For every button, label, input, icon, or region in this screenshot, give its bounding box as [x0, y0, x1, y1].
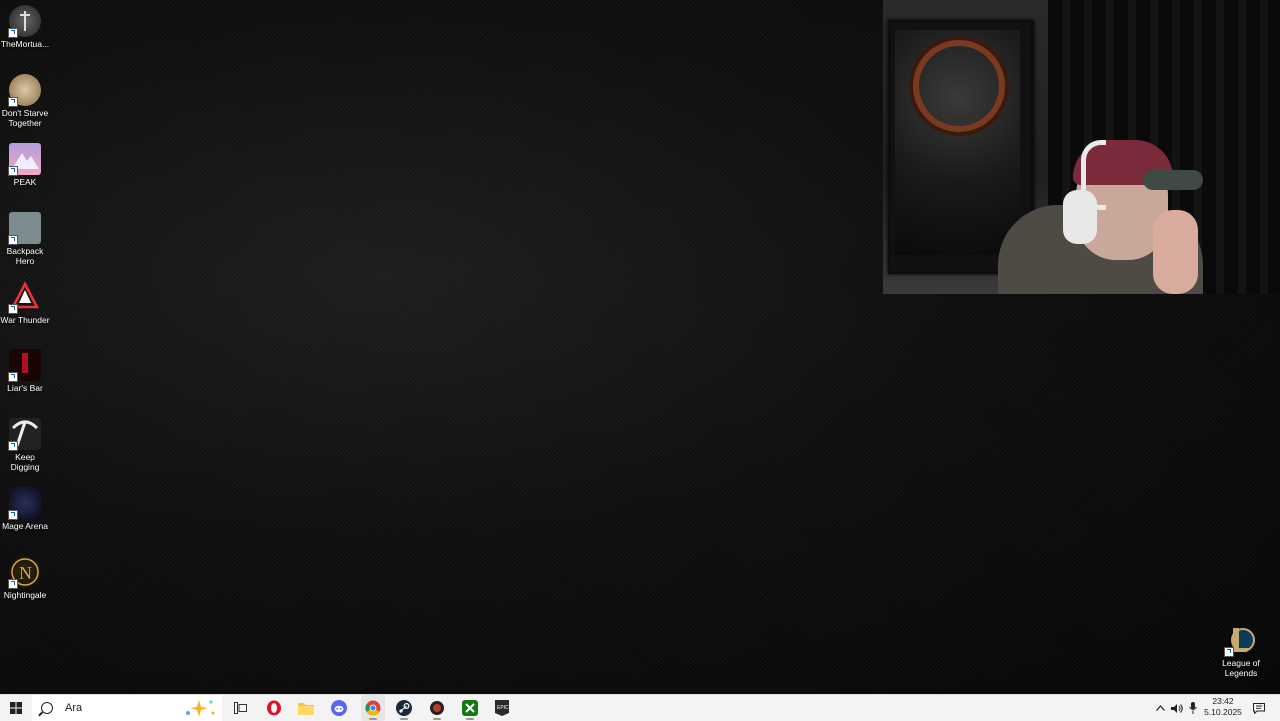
keep-digging-icon	[8, 418, 41, 451]
desktop-icon-label: League of Legends	[1222, 658, 1260, 678]
clock-time: 23:42	[1212, 696, 1234, 706]
desktop-icon-label: Don't Starve Together	[1, 108, 49, 128]
mage-arena-icon	[8, 487, 41, 520]
task-view-button[interactable]	[229, 695, 251, 721]
webcam-overlay	[883, 0, 1280, 294]
desktop-icon-label: Backpack Hero	[6, 246, 44, 266]
desktop-icon-dont-starve-together[interactable]: Don't Starve Together	[0, 74, 50, 128]
task-view-icon	[233, 702, 247, 714]
desktop-icon-label: Keep Digging	[10, 452, 40, 472]
volume-button[interactable]	[1169, 695, 1185, 721]
the-mortuary-icon	[8, 5, 41, 38]
taskbar-red-app[interactable]	[426, 695, 448, 721]
taskbar-chrome[interactable]	[361, 695, 385, 721]
clock-date: 5.10.2025	[1204, 707, 1242, 717]
desktop-icon-label: Liar's Bar	[7, 383, 43, 393]
chevron-up-icon	[1155, 705, 1165, 711]
start-button[interactable]	[4, 695, 28, 721]
dont-starve-together-icon	[8, 74, 41, 107]
peak-icon	[8, 143, 41, 176]
epic-games-icon: EPIC	[495, 700, 509, 716]
svg-text:N: N	[19, 563, 32, 583]
desktop-icon-label: War Thunder	[0, 315, 50, 325]
desktop-icon-label: Mage Arena	[2, 521, 48, 531]
steam-icon	[396, 700, 412, 716]
desktop-icon-label: Nightingale	[3, 590, 47, 600]
desktop-icon-liars-bar[interactable]: Liar's Bar	[0, 349, 50, 393]
taskbar-discord[interactable]	[328, 695, 350, 721]
nightingale-icon: N	[8, 556, 41, 589]
taskbar: Ara EPIC 23:42 5.10.2025	[0, 694, 1280, 721]
notifications-button[interactable]	[1250, 695, 1268, 721]
svg-text:EPIC: EPIC	[497, 705, 509, 711]
xbox-icon	[462, 700, 478, 716]
war-thunder-icon	[8, 281, 41, 314]
league-of-legends-icon	[1224, 624, 1257, 657]
show-hidden-icons-button[interactable]	[1153, 695, 1167, 721]
taskbar-steam[interactable]	[393, 695, 415, 721]
desktop-icon-league-of-legends[interactable]: League of Legends	[1216, 624, 1266, 678]
desktop-icon-peak[interactable]: PEAK	[0, 143, 50, 187]
chrome-icon	[365, 700, 381, 716]
search-icon	[41, 702, 53, 714]
folder-icon	[298, 703, 314, 715]
desktop-icon-label: TheMortua...	[0, 39, 50, 49]
liars-bar-icon	[8, 349, 41, 382]
microphone-icon	[1189, 702, 1197, 714]
taskbar-epic-games[interactable]: EPIC	[491, 695, 513, 721]
desktop-icon-keep-digging[interactable]: Keep Digging	[0, 418, 50, 472]
desktop-icon-the-mortuary[interactable]: TheMortua...	[0, 5, 50, 49]
backpack-hero-icon	[8, 212, 41, 245]
desktop-icon-mage-arena[interactable]: Mage Arena	[0, 487, 50, 531]
desktop-icon-backpack-hero[interactable]: Backpack Hero	[0, 212, 50, 266]
desktop-icon-war-thunder[interactable]: War Thunder	[0, 281, 50, 325]
taskbar-file-explorer[interactable]	[295, 695, 317, 721]
search-input[interactable]: Ara	[32, 695, 222, 721]
clock[interactable]: 23:42 5.10.2025	[1198, 696, 1248, 718]
notification-icon	[1253, 702, 1265, 714]
red-app-icon	[430, 701, 444, 715]
desktop-icon-label: PEAK	[13, 177, 37, 187]
windows-icon	[10, 702, 22, 714]
taskbar-xbox[interactable]	[459, 695, 481, 721]
discord-icon	[331, 700, 347, 716]
opera-icon	[267, 700, 281, 716]
speaker-icon	[1171, 703, 1183, 713]
desktop-icon-nightingale[interactable]: N Nightingale	[0, 556, 50, 600]
search-text: Ara	[65, 702, 83, 714]
taskbar-opera[interactable]	[263, 695, 285, 721]
desktop: TheMortua... Don't Starve Together PEAK …	[0, 0, 1280, 694]
copilot-sparkle-icon	[186, 700, 215, 717]
